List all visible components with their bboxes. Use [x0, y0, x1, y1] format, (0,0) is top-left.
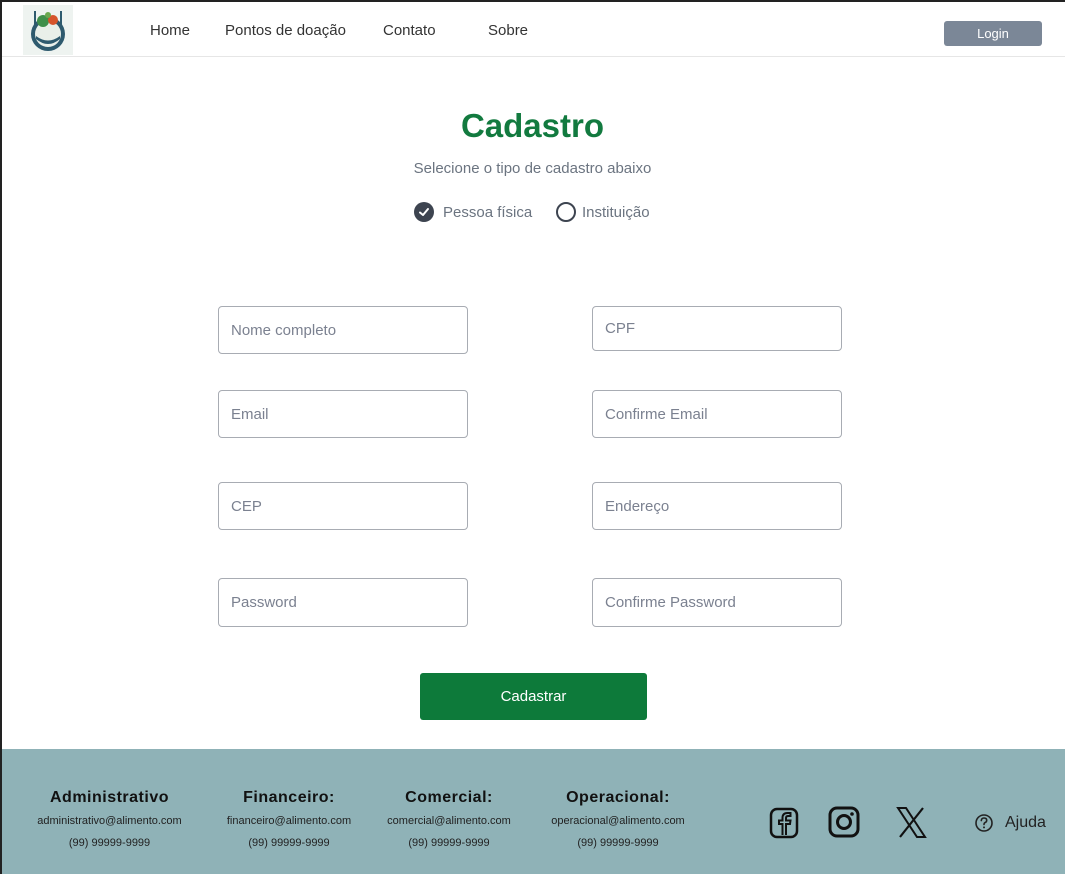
footer: Administrativo administrativo@alimento.c… — [2, 749, 1065, 874]
footer-col-email[interactable]: comercial@alimento.com — [374, 815, 524, 827]
nav-sobre[interactable]: Sobre — [488, 22, 528, 39]
footer-col-email[interactable]: operacional@alimento.com — [548, 815, 688, 827]
email-input[interactable] — [218, 390, 468, 438]
footer-col-email[interactable]: administrativo@alimento.com — [22, 815, 197, 827]
help-link[interactable]: Ajuda — [974, 813, 1046, 833]
help-label: Ajuda — [1005, 814, 1046, 831]
confirm-email-input[interactable] — [592, 390, 842, 438]
confirm-password-input[interactable] — [592, 578, 842, 627]
footer-col-phone: (99) 99999-9999 — [248, 837, 330, 849]
help-icon — [975, 814, 993, 832]
footer-col-title: Comercial: — [405, 789, 493, 806]
radio-instituicao[interactable]: Instituição — [556, 202, 650, 222]
footer-col-phone: (99) 99999-9999 — [577, 837, 659, 849]
footer-col-title: Administrativo — [49, 789, 169, 806]
nav-home[interactable]: Home — [150, 22, 190, 39]
footer-col-title: Financeiro: — [243, 789, 335, 806]
endereco-input[interactable] — [592, 482, 842, 530]
cpf-input[interactable] — [592, 306, 842, 351]
footer-col-title: Operacional: — [566, 789, 670, 806]
radio-unchecked-icon — [556, 202, 576, 222]
footer-col-phone: (99) 99999-9999 — [408, 837, 490, 849]
footer-col-comercial: Comercial: comercial@alimento.com (99) 9… — [374, 789, 524, 849]
radio-label-instituicao: Instituição — [582, 203, 650, 221]
nome-completo-input[interactable] — [218, 306, 468, 354]
cep-input[interactable] — [218, 482, 468, 530]
cadastrar-button[interactable]: Cadastrar — [420, 673, 647, 720]
facebook-icon[interactable] — [768, 805, 800, 841]
login-button[interactable]: Login — [944, 21, 1042, 46]
x-icon[interactable] — [895, 805, 927, 841]
site-logo[interactable] — [23, 5, 73, 55]
footer-col-financeiro: Financeiro: financeiro@alimento.com (99)… — [204, 789, 374, 849]
footer-col-phone: (99) 99999-9999 — [68, 837, 151, 849]
page-subtitle: Selecione o tipo de cadastro abaixo — [413, 160, 652, 177]
radio-checked-icon — [414, 202, 434, 222]
nav-contato[interactable]: Contato — [383, 22, 436, 39]
nav-pontos-de-doacao[interactable]: Pontos de doação — [225, 22, 346, 39]
page-title: Cadastro — [460, 107, 605, 144]
top-navbar: Home Pontos de doação Contato Sobre Logi… — [2, 2, 1065, 57]
password-input[interactable] — [218, 578, 468, 627]
instagram-icon[interactable] — [828, 805, 860, 841]
footer-col-administrativo: Administrativo administrativo@alimento.c… — [22, 789, 197, 849]
radio-label-pessoa-fisica: Pessoa física — [443, 203, 533, 221]
footer-col-email[interactable]: financeiro@alimento.com — [204, 815, 374, 827]
radio-pessoa-fisica[interactable]: Pessoa física — [414, 202, 532, 222]
footer-col-operacional: Operacional: operacional@alimento.com (9… — [548, 789, 688, 849]
